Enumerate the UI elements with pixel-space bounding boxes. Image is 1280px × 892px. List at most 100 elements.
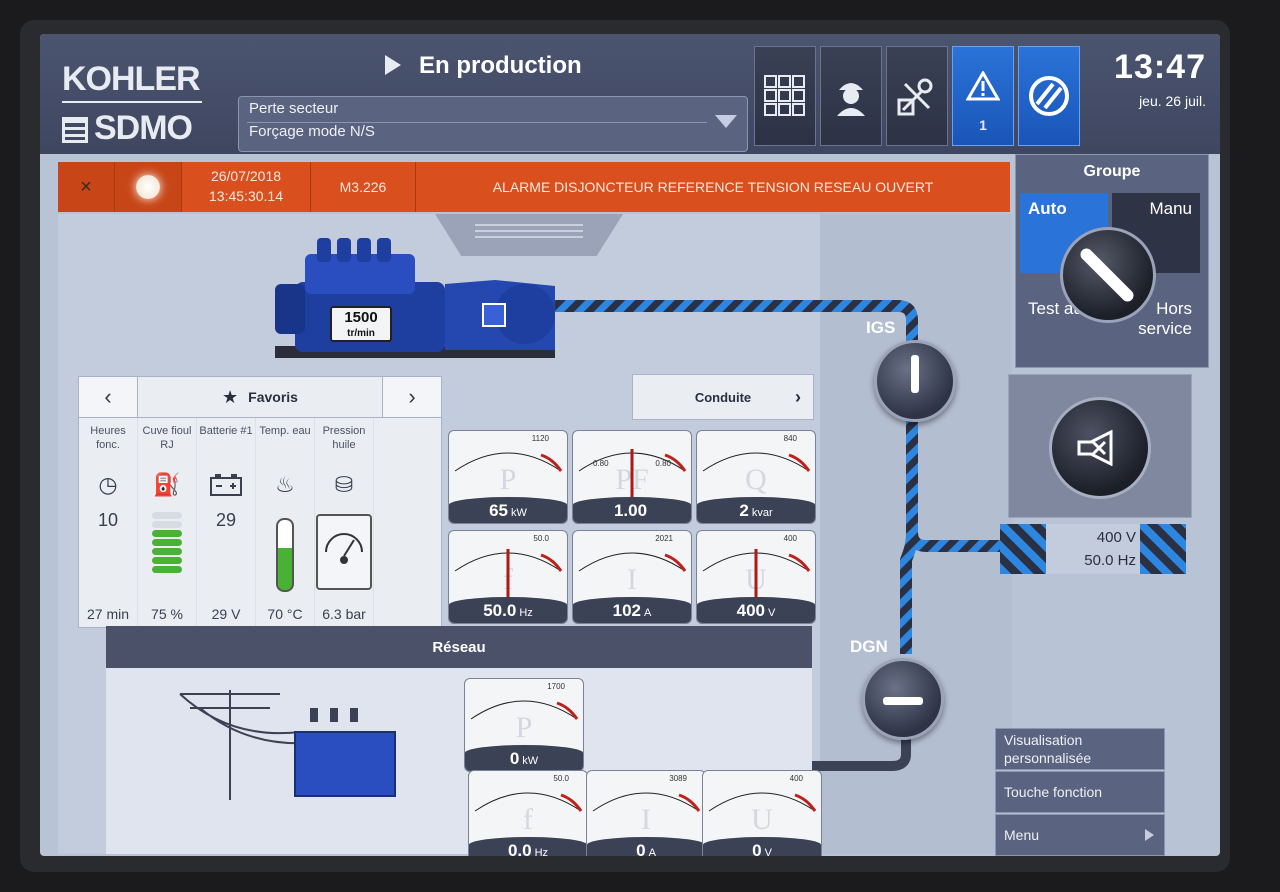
fav-label: Cuve fioul RJ xyxy=(142,425,192,451)
reseau-title: Réseau xyxy=(432,638,486,656)
meter-value: 102 xyxy=(612,601,642,620)
meter-scale-max: 400 xyxy=(789,774,803,783)
side-menu: Visualisation personnalisée Touche fonct… xyxy=(995,728,1165,856)
gen-meter-pf: PF 0.80 0.80 1.00 xyxy=(572,430,692,524)
meter-value: 400 xyxy=(736,601,766,620)
genset-image xyxy=(275,238,555,358)
fav-reading: 6.3 bar xyxy=(322,606,366,622)
rpm-value: 1500 xyxy=(344,309,378,326)
meter-scale-max: 2021 xyxy=(655,534,673,543)
horn-silence-button[interactable] xyxy=(1049,397,1151,499)
igs-label: IGS xyxy=(866,318,896,337)
oil-pressure-gauge xyxy=(316,514,372,590)
fuel-level-gauge xyxy=(152,512,182,573)
meter-unit: A xyxy=(648,847,656,856)
dgn-breaker-switch[interactable] xyxy=(862,658,944,740)
fav-reading: 29 V xyxy=(211,606,241,622)
favorites-title-label: Favoris xyxy=(248,389,298,405)
meter-unit: Hz xyxy=(534,847,549,856)
fav-label: Heures fonc. xyxy=(90,425,126,451)
fav-label: Temp. eau xyxy=(259,425,311,437)
meter-value: 0 xyxy=(752,841,762,856)
rpm-display: 1500 tr/min xyxy=(330,306,392,342)
meter-readout: 0 kW xyxy=(465,745,583,771)
chevron-right-icon xyxy=(1145,829,1154,841)
meter-scale-left: 0.80 xyxy=(593,459,609,468)
meter-unit: kvar xyxy=(751,507,773,519)
grid-meter-f: f 50.0 0.0 Hz xyxy=(468,770,588,856)
meter-readout: 102 A xyxy=(573,597,691,623)
fav-value: 29 xyxy=(215,510,237,530)
rpm-unit: tr/min xyxy=(347,328,375,339)
gen-meter-i: I 2021 102 A xyxy=(572,530,692,624)
meter-letter: f xyxy=(523,803,533,836)
chevron-right-icon: › xyxy=(795,386,801,407)
menu-touche-fonction[interactable]: Touche fonction xyxy=(995,771,1165,813)
meter-readout: 0A xyxy=(587,837,705,856)
gen-meter-f: f50.050.0Hz xyxy=(448,530,568,624)
favorites-title: ★ Favoris xyxy=(138,377,382,417)
meter-scale-max: 50.0 xyxy=(533,534,549,543)
meter-letter: U xyxy=(751,803,773,836)
water-temp-gauge xyxy=(276,518,294,592)
meter-letter: I xyxy=(627,563,637,596)
meter-readout: 0V xyxy=(703,837,821,856)
groupe-mode-selector[interactable]: Groupe Auto Manu Test auto Hors service xyxy=(1015,154,1209,368)
meter-scale-max: 1700 xyxy=(547,682,565,691)
meter-scale-max: 3089 xyxy=(669,774,687,783)
fav-hours[interactable]: Heures fonc. ◷ 10 27 min xyxy=(79,418,138,626)
grid-meter-p: P 1700 0 kW xyxy=(464,678,584,772)
meter-unit: kW xyxy=(522,755,539,767)
meter-readout: 400 V xyxy=(697,597,815,623)
igs-breaker-switch[interactable] xyxy=(874,340,956,422)
meter-readout: 65 kW xyxy=(449,497,567,523)
conduite-label: Conduite xyxy=(694,389,752,405)
bus-readout: 400 V 50.0 Hz xyxy=(1000,524,1186,574)
meter-scale-max: 1120 xyxy=(531,434,549,443)
meter-value: 50.0 xyxy=(483,601,517,620)
menu-main[interactable]: Menu xyxy=(995,814,1165,856)
meter-value: 0.0 xyxy=(507,841,532,856)
gen-meter-u: U400400V xyxy=(696,530,816,624)
horn-panel xyxy=(1008,374,1192,518)
meter-unit: V xyxy=(768,607,776,619)
conduite-button[interactable]: Conduite › xyxy=(632,374,814,420)
favorites-prev-button[interactable]: ‹ xyxy=(79,377,138,417)
fav-battery[interactable]: Batterie #1 29 29 V xyxy=(197,418,256,626)
meter-scale-right: 0.80 xyxy=(655,459,671,468)
favorites-next-button[interactable]: › xyxy=(382,377,441,417)
fav-reading: 70 °C xyxy=(267,606,303,622)
meter-scale-max: 400 xyxy=(783,534,797,543)
menu-label: Menu xyxy=(1004,827,1040,843)
menu-visualisation[interactable]: Visualisation personnalisée xyxy=(995,728,1165,770)
grid-meter-u: U 400 0 V xyxy=(702,770,822,856)
meter-unit: V xyxy=(764,847,772,856)
meter-value: 0 xyxy=(509,749,520,768)
fav-reading: 75 % xyxy=(151,606,183,622)
fav-fuel[interactable]: Cuve fioul RJ ⛽ 75 % xyxy=(138,418,197,626)
meter-scale-max: 50.0 xyxy=(553,774,569,783)
gen-meter-p: P 1120 65 kW xyxy=(448,430,568,524)
star-icon: ★ xyxy=(222,386,239,407)
fav-oil-pressure[interactable]: Pression huile ⛁ 6.3 bar xyxy=(315,418,374,626)
meter-letter: I xyxy=(641,803,651,836)
favorites-panel: ‹ ★ Favoris › Heures fonc. ◷ 10 27 min Cu… xyxy=(78,376,442,628)
meter-value: 65 xyxy=(489,501,509,520)
bus-voltage: 400 V xyxy=(1096,529,1136,546)
engine-temp-icon: ♨ xyxy=(275,472,295,497)
meter-readout: 1.00 xyxy=(573,497,691,523)
fav-label: Pression huile xyxy=(322,425,366,451)
groupe-title: Groupe xyxy=(1083,163,1141,180)
meter-value: 1.00 xyxy=(613,501,648,520)
meter-scale-max: 840 xyxy=(783,434,797,443)
meter-letter: Q xyxy=(745,463,767,496)
fuel-pump-icon: ⛽ xyxy=(153,472,181,497)
fav-water-temp[interactable]: Temp. eau ♨ 70 °C xyxy=(256,418,315,626)
oil-can-icon: ⛁ xyxy=(334,472,354,497)
meter-readout: 0.0 Hz xyxy=(469,837,587,856)
meter-unit: kW xyxy=(511,507,527,519)
clock-icon: ◷ xyxy=(98,472,118,497)
dgn-label: DGN xyxy=(850,637,888,656)
mode-selector-knob[interactable] xyxy=(1060,227,1156,323)
hmi-screen: KOHLER SDMO En production Perte secteur … xyxy=(40,34,1220,856)
